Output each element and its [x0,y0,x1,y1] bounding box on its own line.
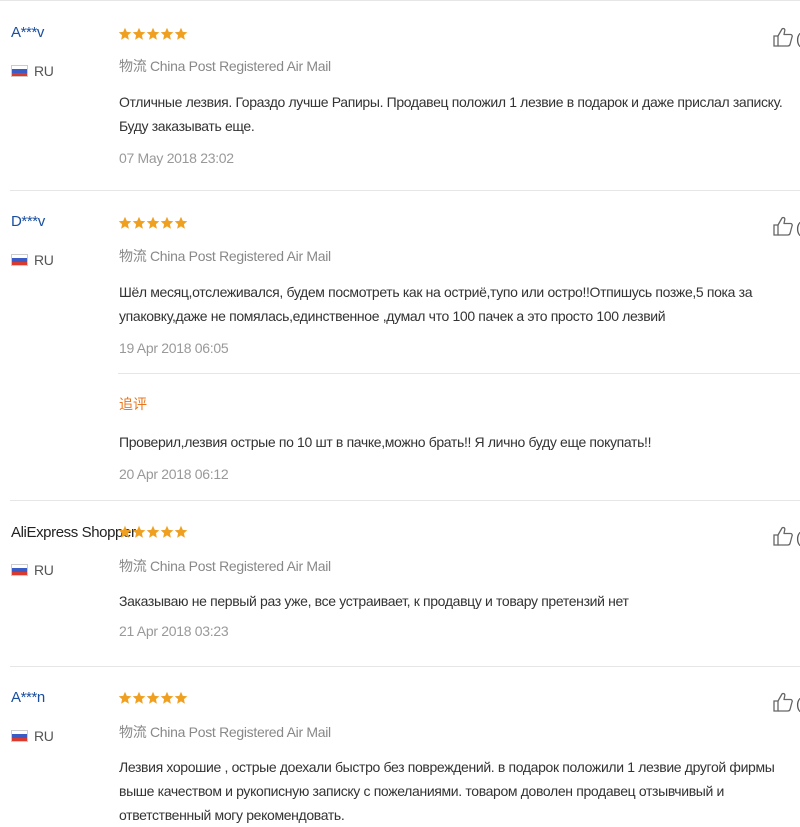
russia-flag-icon [11,730,28,742]
shipping-method: 物流 China Post Registered Air Mail [119,558,331,574]
russia-flag-icon [11,564,28,576]
review-text: Заказываю не первый раз уже, все устраив… [119,593,629,609]
star-icon [174,525,188,538]
reviewer-country: RU [11,562,54,578]
followup-date: 20 Apr 2018 06:12 [119,466,229,482]
star-icon [174,27,188,40]
review-date: 19 Apr 2018 06:05 [119,340,229,356]
russia-flag-icon [11,254,28,266]
star-icon [118,691,132,704]
thumbs-up-icon [772,215,794,242]
top-divider [0,0,800,1]
star-icon [174,691,188,704]
thumbs-up-icon [772,691,794,718]
shipping-method: 物流 China Post Registered Air Mail [119,248,331,264]
star-rating [118,525,188,539]
shipping-method: 物流 China Post Registered Air Mail [119,58,331,74]
followup-text: Проверил,лезвия острые по 10 шт в пачке,… [119,434,652,450]
reviewer-name[interactable]: A***v [11,24,44,41]
star-icon [174,216,188,229]
thumbs-up-icon [772,26,794,53]
review-date: 07 May 2018 23:02 [119,150,234,166]
star-icon [160,216,174,229]
reviewer-name: AliExpress Shopper [11,524,136,541]
russia-flag-icon [11,65,28,77]
review-text: Лезвия хорошие , острые доехали быстро б… [119,759,775,823]
star-icon [132,525,146,538]
star-icon [132,216,146,229]
reviewer-country: RU [11,728,54,744]
like-button[interactable]: (0 [772,215,800,242]
star-icon [146,691,160,704]
star-icon [132,27,146,40]
review-divider [10,666,800,667]
like-button[interactable]: (0 [772,525,800,552]
star-icon [160,27,174,40]
review-date: 21 Apr 2018 03:23 [119,623,229,639]
star-rating [118,216,188,230]
followup-divider [118,373,800,374]
star-icon [146,525,160,538]
review-text: Шёл месяц,отслеживался, будем посмотреть… [119,284,753,324]
star-rating [118,27,188,41]
reviewer-country: RU [11,252,54,268]
star-icon [132,691,146,704]
reviewer-country: RU [11,63,54,79]
star-icon [160,691,174,704]
star-icon [160,525,174,538]
like-button[interactable]: (0 [772,691,800,718]
star-icon [118,27,132,40]
star-icon [146,27,160,40]
star-icon [118,525,132,538]
star-icon [118,216,132,229]
like-button[interactable]: (0 [772,26,800,53]
shipping-method: 物流 China Post Registered Air Mail [119,724,331,740]
star-rating [118,691,188,705]
reviewer-name[interactable]: A***n [11,689,45,706]
star-icon [146,216,160,229]
review-divider [10,190,800,191]
followup-label: 追评 [119,396,147,412]
review-text: Отличные лезвия. Гораздо лучше Рапиры. П… [119,94,783,134]
review-divider [10,500,800,501]
thumbs-up-icon [772,525,794,552]
reviewer-name[interactable]: D***v [11,213,45,230]
